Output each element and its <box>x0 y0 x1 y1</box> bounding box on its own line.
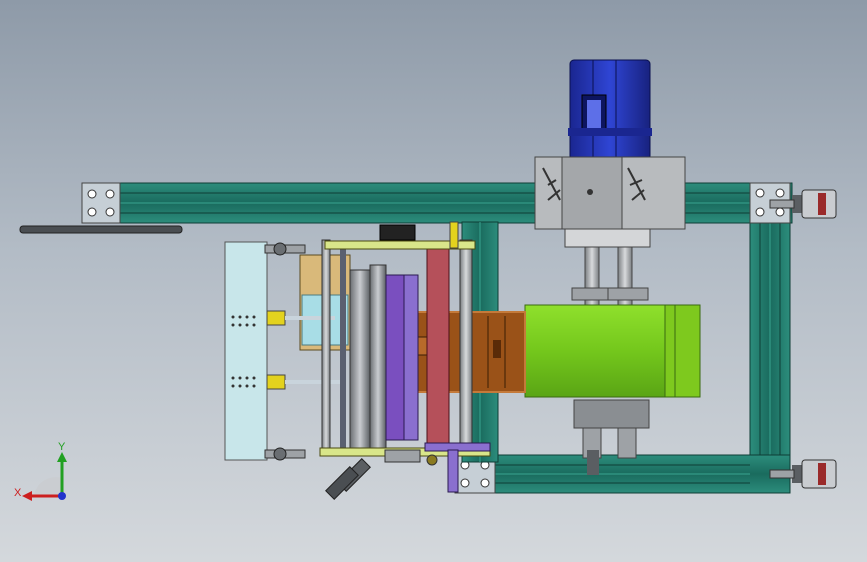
right-frame-profile <box>749 182 791 494</box>
gearbox <box>534 156 686 248</box>
green-guard-cover <box>524 304 701 398</box>
coordinate-triad-icon: X Y <box>14 441 67 501</box>
cad-viewport[interactable]: X Y <box>0 0 867 562</box>
roller-stack <box>321 239 473 456</box>
y-axis-label: Y <box>58 441 66 453</box>
bottom-frame-profile <box>454 454 791 494</box>
x-axis-label: X <box>14 487 22 499</box>
drive-motor <box>568 59 652 161</box>
left-mounting-plate <box>19 225 183 234</box>
bottom-rail <box>264 442 491 493</box>
machine-assembly-model[interactable] <box>0 0 867 562</box>
